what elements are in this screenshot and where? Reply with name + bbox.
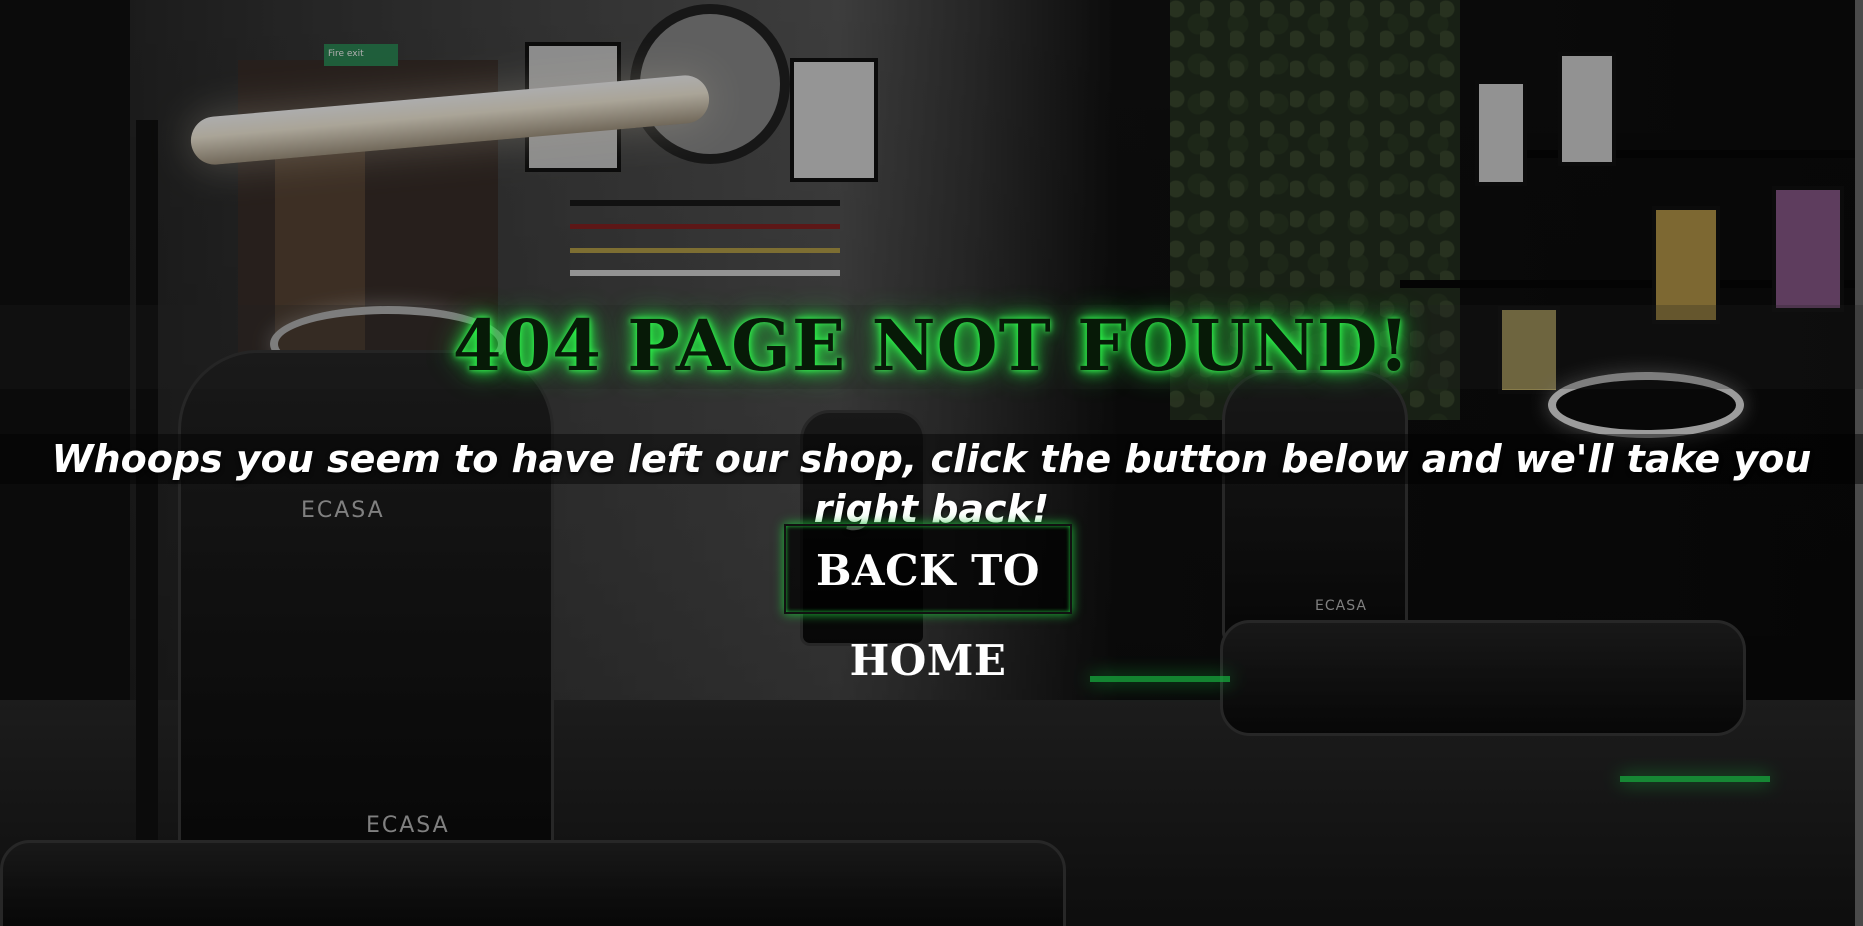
not-found-message: Whoops you seem to have left our shop, c… xyxy=(51,437,1812,531)
page-title: 404 PAGE NOT FOUND! xyxy=(452,304,1411,387)
back-to-home-button[interactable]: BACK TO HOME xyxy=(784,524,1072,685)
not-found-page: Fire exit ECASA ECASA ECASA 404 PAGE NOT… xyxy=(0,0,1863,926)
